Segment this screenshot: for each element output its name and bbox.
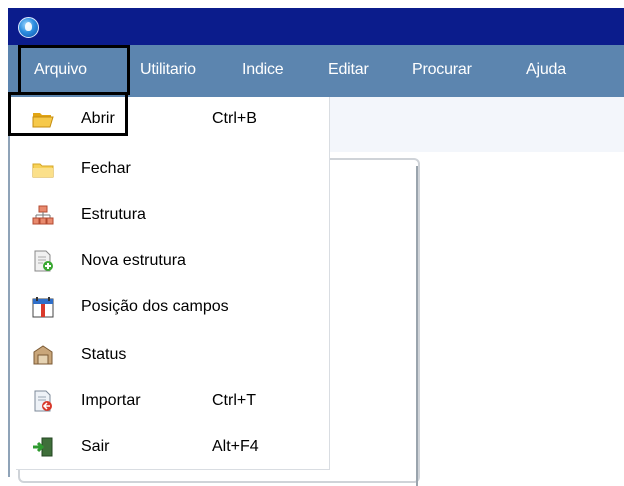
menu-item-label: Importar [81, 392, 141, 409]
structure-icon [32, 204, 54, 226]
app-window: Arquivo Utilitario Indice Editar Procura… [8, 8, 624, 486]
app-logo-icon[interactable] [18, 17, 39, 38]
selection-highlight-abrir [8, 92, 128, 136]
menu-item-label: Estrutura [81, 206, 146, 223]
title-bar [8, 8, 624, 45]
calendar-icon [32, 296, 54, 318]
menu-item-label: Nova estrutura [81, 252, 186, 269]
menu-arquivo[interactable]: Arquivo [18, 45, 130, 95]
window-left-border [8, 97, 10, 477]
menu-ajuda[interactable]: Ajuda [526, 45, 566, 95]
arquivo-dropdown-menu: Abrir Ctrl+B Fechar Estrutura Nova estru… [16, 97, 330, 470]
shortcut-label: Ctrl+T [212, 392, 256, 409]
folder-icon [32, 158, 54, 180]
exit-icon [32, 436, 54, 458]
new-structure-icon [32, 250, 54, 272]
menu-bar: Arquivo Utilitario Indice Editar Procura… [8, 45, 624, 97]
menu-indice[interactable]: Indice [242, 45, 284, 95]
menu-item-estrutura[interactable]: Estrutura [16, 193, 328, 237]
menu-item-label: Status [81, 346, 127, 363]
menu-editar[interactable]: Editar [328, 45, 369, 95]
menu-item-sair[interactable]: Sair Alt+F4 [16, 425, 328, 469]
menu-item-nova-estrutura[interactable]: Nova estrutura [16, 239, 328, 283]
menu-item-label: Fechar [81, 160, 131, 177]
menu-utilitario[interactable]: Utilitario [140, 45, 196, 95]
menu-item-label: Posição dos campos [81, 298, 229, 315]
menu-item-status[interactable]: Status [16, 333, 328, 377]
menu-item-label: Sair [81, 438, 110, 455]
menu-item-fechar[interactable]: Fechar [16, 147, 328, 191]
shortcut-label: Ctrl+B [212, 110, 257, 127]
menu-procurar[interactable]: Procurar [412, 45, 472, 95]
toolbar-area [318, 97, 624, 152]
menu-item-importar[interactable]: Importar Ctrl+T [16, 379, 328, 423]
menu-item-posicao-dos-campos[interactable]: Posição dos campos [16, 285, 328, 329]
status-icon [32, 344, 54, 366]
import-icon [32, 390, 54, 412]
shortcut-label: Alt+F4 [212, 438, 259, 455]
